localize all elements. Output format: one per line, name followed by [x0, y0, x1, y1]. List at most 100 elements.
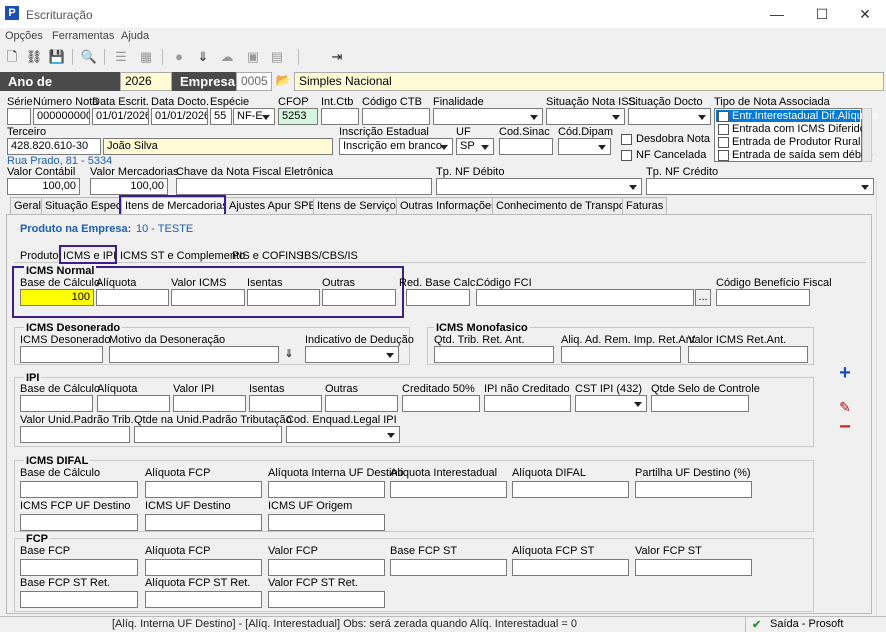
subtab-pis-cofins[interactable]: PIS e COFINS	[232, 250, 304, 262]
difal-fcpdest-input[interactable]	[20, 514, 138, 531]
ipi-selo-input[interactable]	[651, 395, 749, 412]
mono-qtd-input[interactable]	[434, 346, 554, 363]
finalidade-select[interactable]	[433, 108, 543, 125]
mono-valor-input[interactable]	[688, 346, 808, 363]
ipi-aliq-input[interactable]	[97, 395, 170, 412]
fcp-basest-input[interactable]	[390, 559, 507, 576]
difal-aliqfcp-input[interactable]	[145, 481, 262, 498]
difal-aliqint-input[interactable]	[268, 481, 385, 498]
difal-aliqinter-input[interactable]	[390, 481, 507, 498]
tipo-item[interactable]: Entr.Interestadual Dif.Alíquota	[732, 110, 878, 122]
cart-icon[interactable]: ▤	[268, 48, 286, 66]
menu-ajuda[interactable]: Ajuda	[121, 30, 149, 42]
grid-icon[interactable]: ▣	[244, 48, 262, 66]
chave-input[interactable]	[176, 178, 432, 195]
icms-aliq-input[interactable]	[96, 289, 169, 306]
ano-input[interactable]: 2026	[120, 72, 172, 91]
subtab-produto[interactable]: Produto	[20, 250, 59, 262]
fci-lookup-button[interactable]: ...	[695, 289, 711, 306]
tipo-list[interactable]: Entr.Interestadual Dif.Alíquota Entrada …	[714, 108, 878, 162]
tipo-scrollbar[interactable]	[862, 108, 872, 162]
ipi-enq-select[interactable]	[286, 426, 400, 443]
vcontabil-input[interactable]: 100,00	[7, 178, 80, 195]
cloud-icon[interactable]: ☁	[218, 48, 236, 66]
tipo-checkbox[interactable]	[718, 124, 729, 135]
benef-input[interactable]	[716, 289, 810, 306]
tpdeb-select[interactable]	[436, 178, 642, 195]
add-icon[interactable]: +	[834, 363, 856, 383]
vmerc-input[interactable]: 100,00	[90, 178, 168, 195]
edit-icon[interactable]: ✎	[834, 398, 856, 416]
tab-outras-informacoes[interactable]: Outras Informações	[396, 197, 501, 214]
exit-icon[interactable]: ⇥	[328, 48, 346, 66]
link-icon[interactable]: ⛓	[25, 48, 43, 66]
ipi-naocred-input[interactable]	[484, 395, 571, 412]
especie-select[interactable]: NF-E	[233, 108, 275, 125]
deson-icms-input[interactable]	[20, 346, 103, 363]
fcp-aliqret-input[interactable]	[145, 591, 262, 608]
icms-valor-input[interactable]	[171, 289, 245, 306]
fcp-baseret-input[interactable]	[20, 591, 138, 608]
menu-ferramentas[interactable]: Ferramentas	[52, 30, 114, 42]
tab-conhecimento-transporte[interactable]: Conhecimento de Transporte	[492, 197, 642, 214]
download-icon[interactable]: ⇓	[194, 48, 212, 66]
icms-outras-input[interactable]	[322, 289, 396, 306]
dipam-select[interactable]	[558, 138, 611, 155]
tab-itens-servicos[interactable]: Itens de Serviços	[313, 197, 406, 214]
deson-indicativo-select[interactable]	[305, 346, 399, 363]
tipo-checkbox[interactable]	[718, 111, 729, 122]
fcp-base-input[interactable]	[20, 559, 138, 576]
data-docto-input[interactable]: 01/01/2026	[151, 108, 208, 125]
tipo-checkbox[interactable]	[718, 150, 729, 161]
panel-scrollbar[interactable]	[876, 180, 886, 616]
terceiro-nome-input[interactable]: João Silva	[103, 138, 333, 155]
mono-aliq-input[interactable]	[561, 346, 681, 363]
calc-icon[interactable]: ▦	[137, 48, 155, 66]
close-button[interactable]: ✕	[850, 4, 880, 24]
ipi-valor-input[interactable]	[173, 395, 246, 412]
difal-aliqdifal-input[interactable]	[512, 481, 629, 498]
remove-icon[interactable]: −	[834, 417, 856, 437]
list-icon[interactable]: ☰	[112, 48, 130, 66]
apple-icon[interactable]: ●	[170, 48, 188, 66]
difal-partilha-input[interactable]	[635, 481, 752, 498]
difal-base-input[interactable]	[20, 481, 138, 498]
intctb-input[interactable]	[321, 108, 359, 125]
tipo-checkbox[interactable]	[718, 137, 729, 148]
serie-input[interactable]	[7, 108, 31, 125]
tab-geral[interactable]: Geral	[10, 197, 45, 214]
ipi-unid-input[interactable]	[20, 426, 130, 443]
difal-uforig-input[interactable]	[268, 514, 385, 531]
ipi-isentas-input[interactable]	[249, 395, 322, 412]
fci-input[interactable]	[476, 289, 694, 306]
fcp-valorst-input[interactable]	[635, 559, 752, 576]
difal-ufdest-input[interactable]	[145, 514, 262, 531]
numero-input[interactable]: 0000000001	[33, 108, 90, 125]
ipi-cred50-input[interactable]	[402, 395, 480, 412]
ipi-qtde-input[interactable]	[134, 426, 282, 443]
tipo-item[interactable]: Entrada de Produtor Rural	[732, 136, 860, 148]
sit-iss-select[interactable]	[546, 108, 625, 125]
ie-select[interactable]: Inscrição em branco	[339, 138, 453, 155]
cancelada-checkbox[interactable]	[621, 150, 632, 161]
uf-select[interactable]: SP	[456, 138, 494, 155]
folder-icon[interactable]: 📂	[274, 73, 292, 90]
fcp-aliqst-input[interactable]	[512, 559, 629, 576]
tipo-item[interactable]: Entrada com ICMS Diferido	[732, 123, 866, 135]
ipi-base-input[interactable]	[20, 395, 93, 412]
ipi-outras-input[interactable]	[325, 395, 398, 412]
data-escrit-input[interactable]: 01/01/2026	[92, 108, 149, 125]
ipi-cst-select[interactable]	[575, 395, 647, 412]
codctb-input[interactable]	[362, 108, 430, 125]
minimize-button[interactable]: —	[762, 4, 792, 24]
tab-faturas[interactable]: Faturas	[622, 197, 668, 214]
sinac-input[interactable]	[499, 138, 553, 155]
maximize-button[interactable]: ☐	[807, 4, 837, 24]
icms-base-input[interactable]: 100	[20, 289, 94, 306]
subtab-icms-st[interactable]: ICMS ST e Complemento	[120, 250, 245, 262]
sit-docto-select[interactable]	[628, 108, 711, 125]
fcp-aliq-input[interactable]	[145, 559, 262, 576]
tpcred-select[interactable]	[646, 178, 874, 195]
deson-motivo-input[interactable]	[109, 346, 279, 363]
fcp-valorret-input[interactable]	[268, 591, 385, 608]
